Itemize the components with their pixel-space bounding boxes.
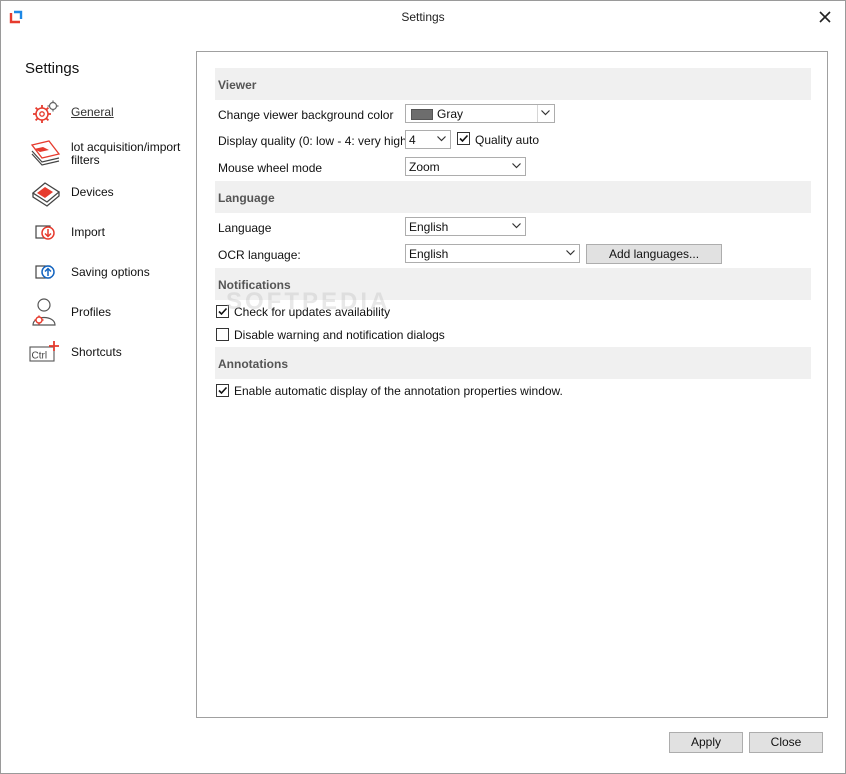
sidebar-item-shortcuts[interactable]: Ctrl Shortcuts (29, 338, 189, 370)
close-button[interactable]: Close (749, 732, 823, 753)
sidebar-item-label: General (71, 105, 114, 119)
stacked-documents-icon (30, 140, 61, 166)
viewer-bg-label: Change viewer background color (218, 108, 394, 122)
sidebar-heading: Settings (25, 60, 80, 77)
sidebar-item-profiles[interactable]: Profiles (29, 298, 189, 330)
ocr-language-label: OCR language: (218, 248, 301, 262)
chevron-down-icon (541, 110, 550, 116)
quality-auto-checkbox[interactable] (457, 132, 470, 145)
add-languages-button[interactable]: Add languages... (586, 244, 722, 264)
title-bar: Settings (1, 1, 845, 33)
display-quality-select[interactable]: 4 (405, 130, 451, 149)
profile-icon (32, 298, 56, 326)
sidebar-item-label: Shortcuts (71, 345, 122, 359)
chevron-down-icon (512, 163, 521, 169)
display-quality-label: Display quality (0: low - 4: very high) (218, 134, 411, 148)
checkmark-icon (459, 134, 469, 143)
sidebar-item-label: Devices (71, 185, 114, 199)
close-window-icon[interactable] (814, 6, 836, 28)
svg-text:Ctrl: Ctrl (32, 351, 48, 362)
ocr-language-select[interactable]: English (405, 244, 580, 263)
saving-icon (35, 265, 55, 279)
window-title: Settings (401, 10, 445, 24)
import-icon (35, 225, 55, 240)
settings-panel: Viewer Change viewer background color Gr… (196, 51, 828, 718)
checkmark-icon (218, 386, 228, 395)
color-swatch (411, 109, 433, 120)
sidebar-item-devices[interactable]: Devices (29, 178, 189, 210)
chevron-down-icon (566, 250, 575, 256)
chevron-down-icon (437, 136, 446, 142)
mouse-wheel-label: Mouse wheel mode (218, 161, 323, 175)
disable-warnings-checkbox[interactable] (216, 328, 229, 341)
disable-warnings-label: Disable warning and notification dialogs (234, 328, 445, 342)
combo-value: 4 (409, 133, 416, 147)
apply-button[interactable]: Apply (669, 732, 743, 753)
section-viewer: Viewer (215, 68, 811, 100)
combo-value: Zoom (409, 160, 440, 174)
chevron-down-icon (512, 223, 521, 229)
language-select[interactable]: English (405, 217, 526, 236)
combo-separator (537, 105, 538, 122)
sidebar-item-label: Import (71, 225, 106, 239)
scanner-icon (31, 182, 61, 207)
quality-auto-label: Quality auto (475, 133, 540, 147)
sidebar-item-import[interactable]: Import (29, 218, 189, 250)
combo-value: Gray (437, 107, 464, 121)
language-label: Language (218, 221, 272, 235)
sidebar-item-label: Saving options (71, 265, 150, 279)
combo-value: English (409, 247, 449, 261)
section-annotations: Annotations (215, 347, 811, 379)
section-title: Language (218, 191, 275, 205)
gears-icon (33, 100, 59, 123)
annotation-auto-display-label: Enable automatic display of the annotati… (234, 384, 563, 398)
sidebar-item-saving-options[interactable]: Saving options (29, 258, 189, 290)
annotation-auto-display-checkbox[interactable] (216, 384, 229, 397)
section-title: Annotations (218, 357, 288, 371)
sidebar-item-general[interactable]: General (29, 98, 189, 130)
sidebar-item-acquisition-filters[interactable]: lot acquisition/import filters (29, 138, 189, 170)
combo-value: English (409, 220, 449, 234)
watermark: SOFTPEDIA (226, 288, 391, 315)
settings-window: Settings Settings General lot acquisitio… (0, 0, 846, 774)
ctrl-plus-icon: Ctrl (29, 341, 59, 362)
section-title: Viewer (218, 78, 257, 92)
sidebar-item-label: Profiles (71, 305, 112, 319)
mouse-wheel-select[interactable]: Zoom (405, 157, 526, 176)
sidebar-item-label: lot acquisition/import filters (71, 140, 181, 167)
section-language: Language (215, 181, 811, 213)
viewer-bg-color-select[interactable]: Gray (405, 104, 555, 123)
